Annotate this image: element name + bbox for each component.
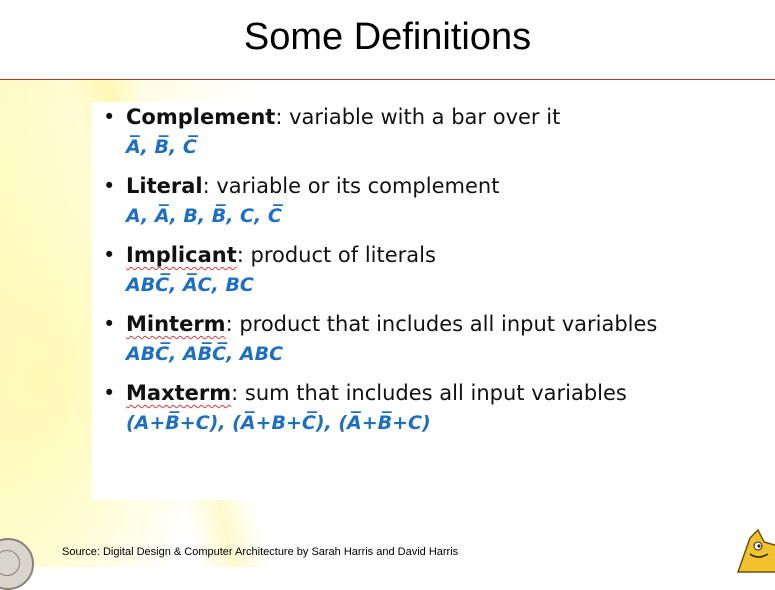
title-divider: [0, 79, 775, 80]
term-description: : variable with a bar over it: [275, 105, 561, 129]
university-seal-icon: [0, 538, 34, 590]
list-item-complement: • Complement: variable with a bar over i…: [92, 102, 732, 162]
term-description: : product that includes all input variab…: [225, 312, 658, 336]
term-example: (A+B̅+C), (A̅+B+C̅), (A̅+B̅+C): [126, 412, 431, 434]
term-example: A, A̅, B, B̅, C, C̅: [126, 205, 282, 227]
term-label: Implicant: [126, 243, 237, 267]
term-description: : product of literals: [236, 243, 436, 267]
bullet-line: • Maxterm: sum that includes all input v…: [92, 378, 732, 408]
bullet-icon: •: [103, 381, 116, 405]
bullet-icon: •: [103, 243, 116, 267]
source-citation: Source: Digital Design & Computer Archit…: [62, 546, 459, 558]
bullet-line: • Literal: variable or its complement: [92, 171, 732, 201]
term-label: Complement: [126, 105, 276, 129]
bullet-line: • Complement: variable with a bar over i…: [92, 102, 732, 132]
term-example: ABC̅, AB̅C̅, ABC: [126, 343, 284, 365]
term-label: Maxterm: [126, 381, 232, 405]
slide-title: Some Definitions: [243, 16, 532, 58]
term-example: ABC̅, A̅C, BC: [126, 274, 254, 296]
bullet-line: • Minterm: product that includes all inp…: [92, 309, 732, 339]
list-item-maxterm: • Maxterm: sum that includes all input v…: [92, 378, 732, 438]
list-item-minterm: • Minterm: product that includes all inp…: [92, 309, 732, 369]
bullet-icon: •: [103, 174, 116, 198]
term-description: : sum that includes all input variables: [231, 381, 627, 405]
bullet-icon: •: [103, 312, 116, 336]
definitions-list: • Complement: variable with a bar over i…: [92, 102, 732, 500]
term-label: Minterm: [126, 312, 226, 336]
list-item-implicant: • Implicant: product of literals ABC̅, A…: [92, 240, 732, 300]
list-item-literal: • Literal: variable or its complement A,…: [92, 171, 732, 231]
bullet-icon: •: [103, 105, 116, 129]
term-example: A̅, B̅, C̅: [126, 136, 197, 158]
term-description: : variable or its complement: [202, 174, 500, 198]
term-label: Literal: [126, 174, 203, 198]
bullet-line: • Implicant: product of literals: [92, 240, 732, 270]
